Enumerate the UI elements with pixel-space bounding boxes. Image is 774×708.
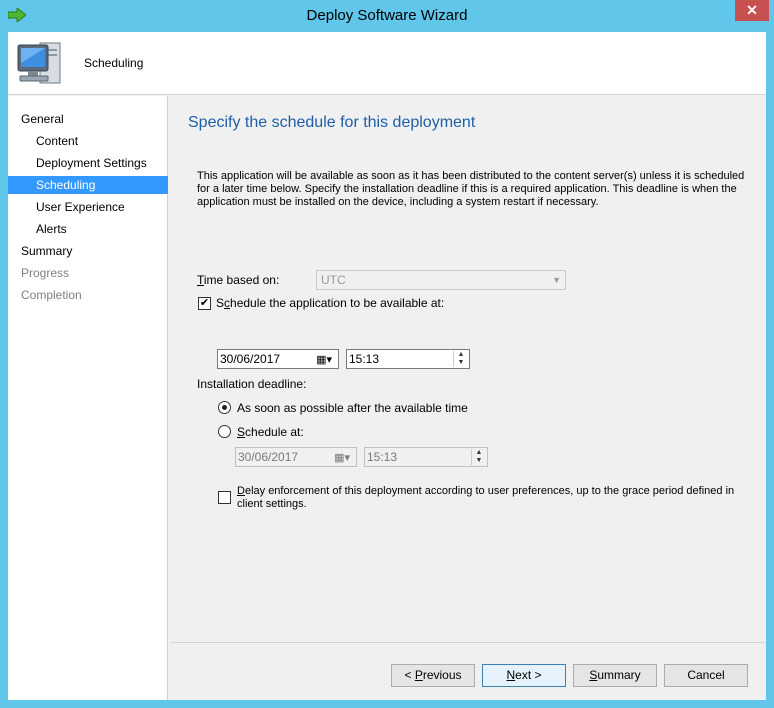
nav-item-completion: Completion [21, 288, 82, 302]
deadline-time-picker: 15:13 ▲ ▼ [364, 447, 488, 467]
schedule-available-checkbox[interactable]: ✔ [198, 297, 211, 310]
delay-enforcement-checkbox[interactable] [218, 491, 231, 504]
nav-item-progress: Progress [21, 266, 70, 280]
header-title: Scheduling [84, 56, 144, 70]
footer-separator [170, 642, 766, 643]
schedule-at-radio[interactable] [218, 425, 231, 438]
deadline-time-value: 15:13 [367, 450, 398, 464]
asap-radio[interactable] [218, 401, 231, 414]
schedule-at-label: Schedule at: [237, 425, 304, 439]
nav-item-general[interactable]: General [8, 110, 168, 128]
main-panel: Specify the schedule for this deployment… [170, 96, 766, 642]
time-based-on-value: UTC [321, 273, 346, 287]
time-based-on-label-rest: ime based on: [203, 273, 280, 287]
description-text: This application will be available as so… [197, 170, 745, 208]
nav-item-summary[interactable]: Summary [8, 242, 168, 260]
nav-item-user-experience[interactable]: User Experience [8, 198, 168, 216]
installation-deadline-label: Installation deadline: [197, 377, 307, 391]
cancel-button[interactable]: Cancel [664, 664, 748, 687]
radio-selected-dot [222, 405, 227, 410]
calendar-dropdown-icon[interactable]: ▦▾ [316, 351, 332, 369]
nav-item-content[interactable]: Content [8, 132, 168, 150]
next-button[interactable]: Next > [482, 664, 566, 687]
deadline-date-picker: 30/06/2017 ▦▾ [235, 447, 357, 467]
nav-item-alerts[interactable]: Alerts [8, 220, 168, 238]
calendar-dropdown-icon: ▦▾ [334, 452, 350, 464]
available-time-value: 15:13 [349, 352, 380, 366]
summary-button[interactable]: Summary [573, 664, 657, 687]
nav-item-scheduling[interactable]: Scheduling [8, 176, 168, 194]
schedule-available-label: Schedule the application to be available… [216, 296, 445, 310]
asap-label: As soon as possible after the available … [237, 401, 468, 415]
title-bar: Deploy Software Wizard ✕ [0, 0, 774, 32]
available-time-picker[interactable]: 15:13 ▲ ▼ [346, 349, 470, 369]
deadline-date-value: 30/06/2017 [238, 450, 299, 464]
window-title: Deploy Software Wizard [306, 7, 468, 24]
wizard-header: Scheduling [8, 32, 766, 95]
previous-button[interactable]: < Previous [391, 664, 475, 687]
time-based-on-select[interactable]: UTC ▼ [316, 270, 566, 290]
time-spinner-icon: ▲ ▼ [471, 449, 486, 465]
time-spinner-icon[interactable]: ▲ ▼ [453, 351, 468, 367]
nav-item-deployment-settings[interactable]: Deployment Settings [8, 154, 168, 172]
chevron-down-icon: ▼ [552, 275, 561, 285]
wizard-nav: General Content Deployment Settings Sche… [8, 96, 168, 700]
page-heading: Specify the schedule for this deployment [188, 114, 476, 131]
computer-icon [17, 42, 61, 84]
available-date-value: 30/06/2017 [220, 352, 281, 366]
close-button[interactable]: ✕ [735, 0, 769, 21]
available-date-picker[interactable]: 30/06/2017 ▦▾ [217, 349, 339, 369]
time-based-on-label: Time based on: [197, 273, 280, 287]
wizard-client-area: Scheduling General Content Deployment Se… [8, 32, 766, 700]
delay-enforcement-label: Delay enforcement of this deployment acc… [237, 485, 735, 510]
